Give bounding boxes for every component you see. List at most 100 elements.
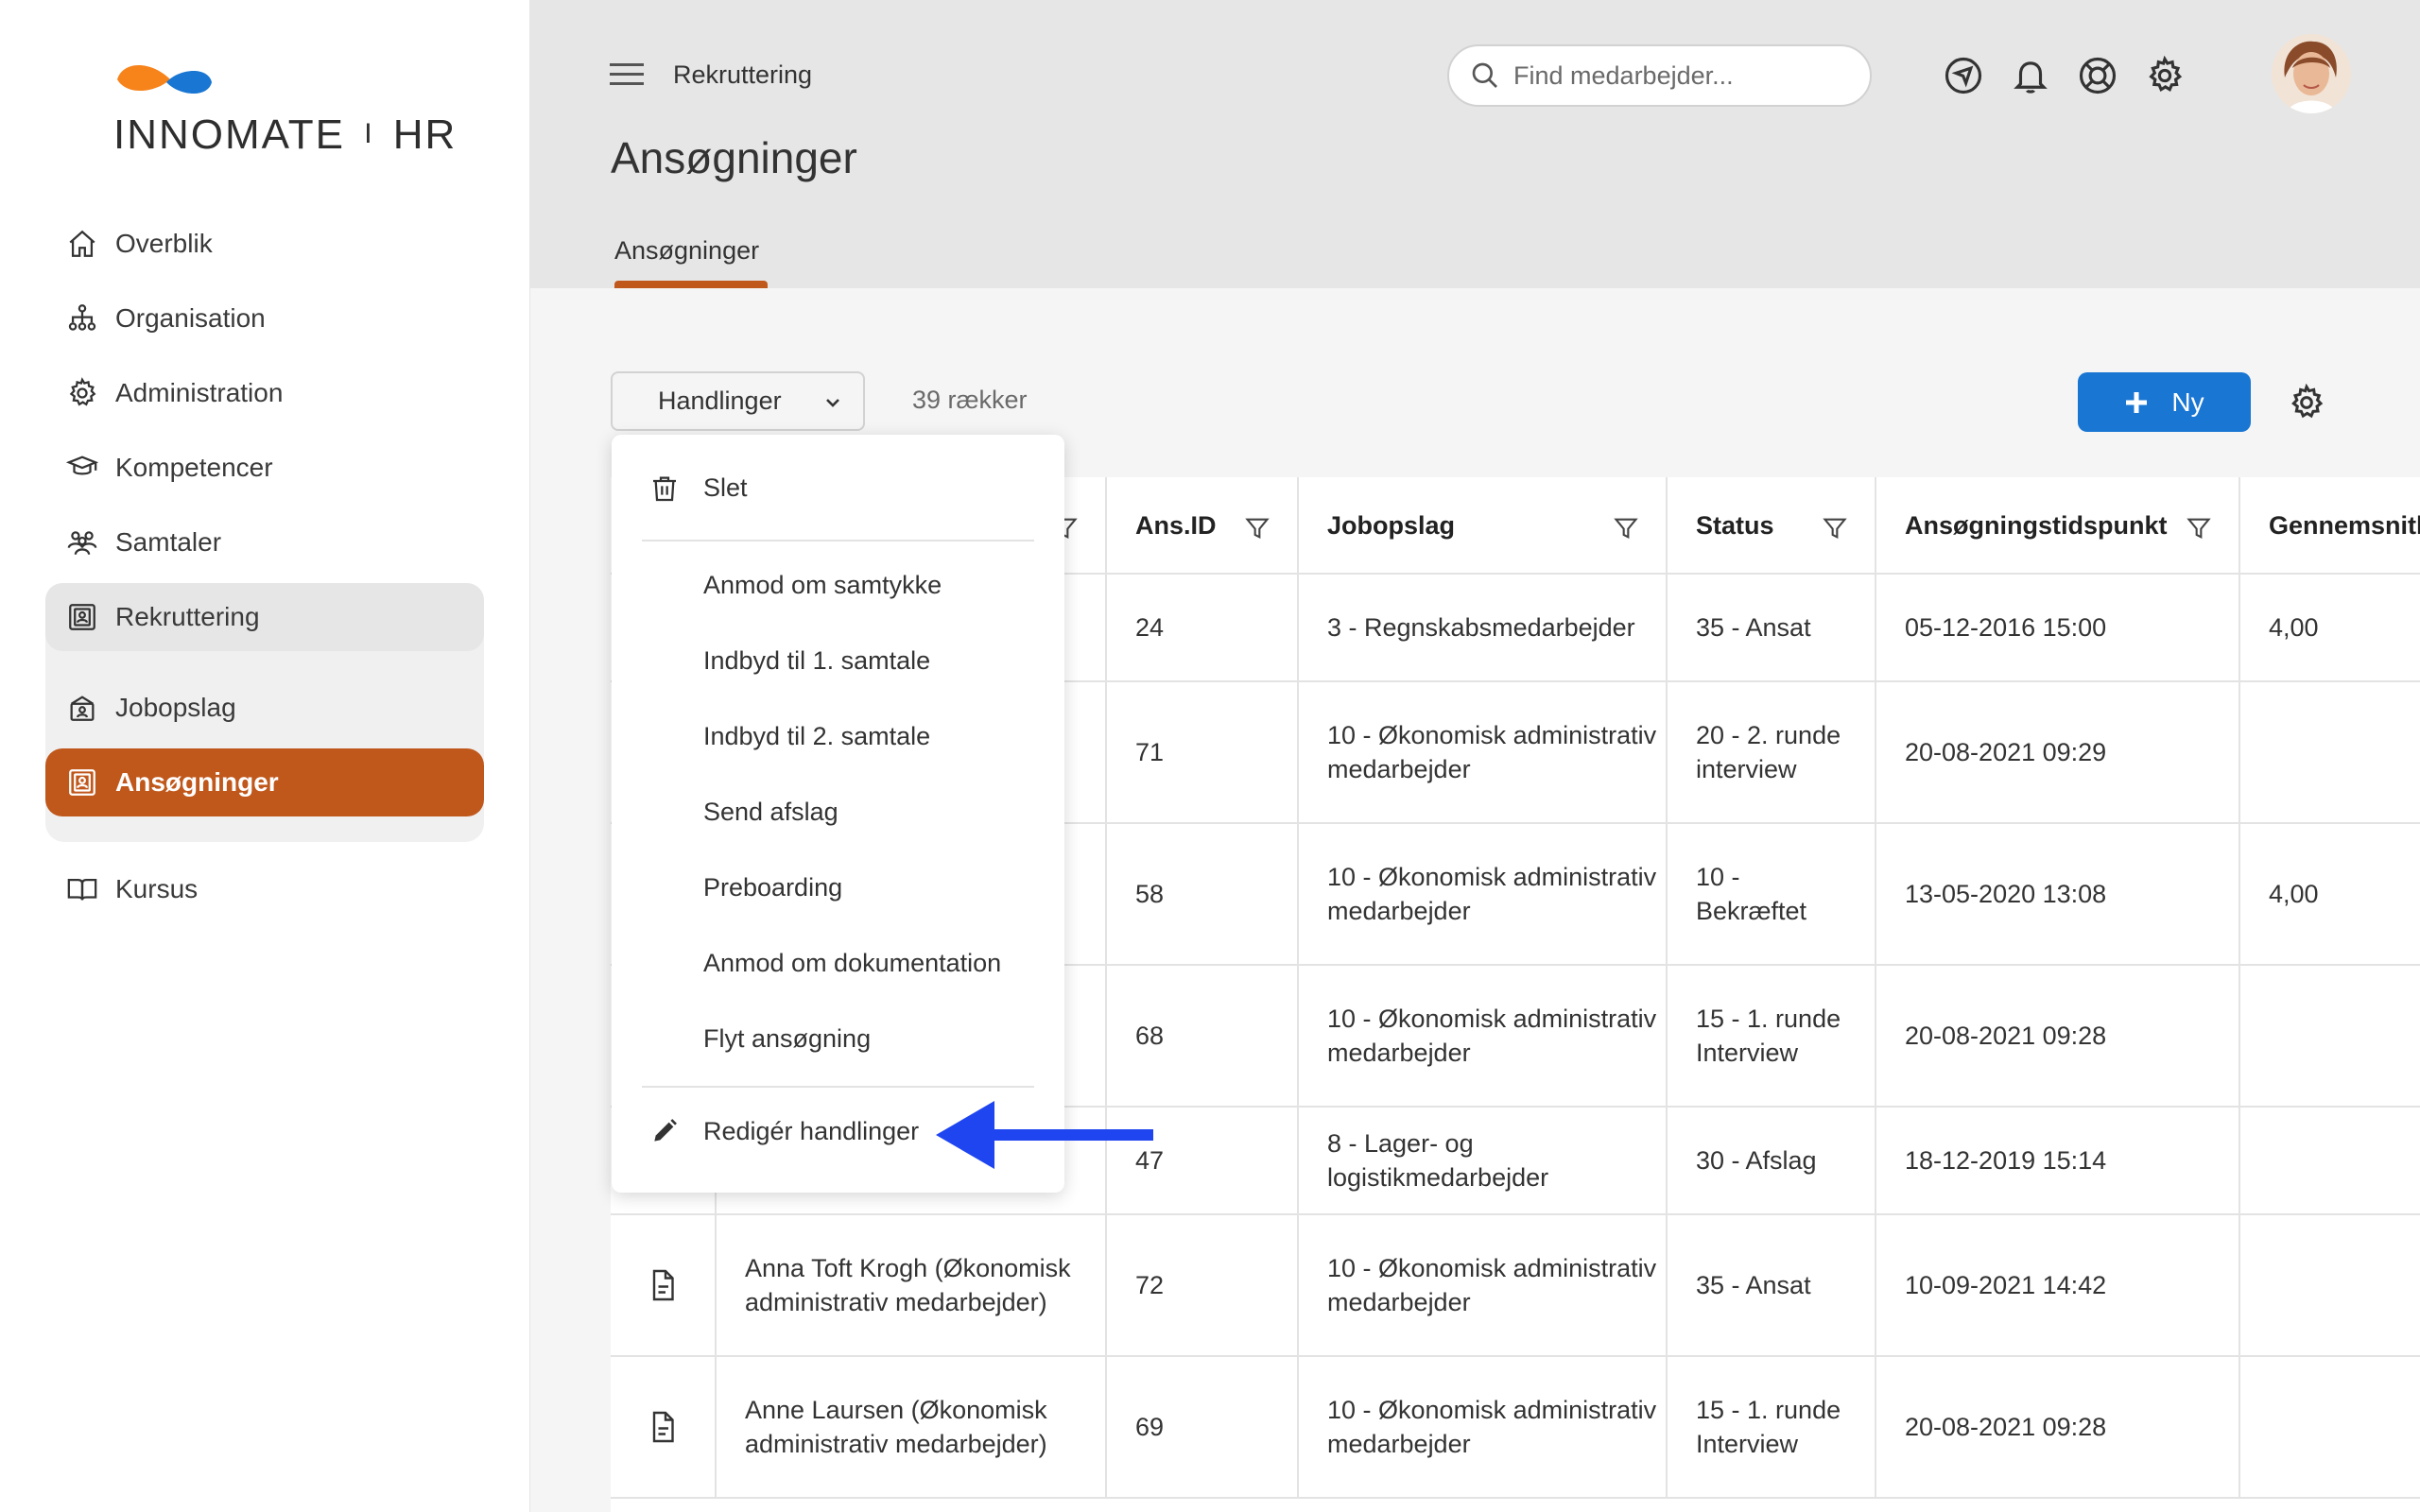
table-cell-average: 4,00	[2240, 824, 2420, 966]
table-cell-job: 10 - Økonomisk administrativ medarbejder	[1299, 1215, 1668, 1357]
table-header-average[interactable]: Gennemsnitlig	[2240, 477, 2420, 575]
sidebar-group-rekruttering: Rekruttering Jobopslag Ansøgninger	[45, 583, 484, 842]
search-input[interactable]	[1513, 60, 1854, 91]
home-icon	[64, 226, 100, 262]
new-button-label: Ny	[2171, 387, 2204, 417]
table-cell-average	[2240, 1215, 2420, 1357]
table-header-status[interactable]: Status	[1668, 477, 1876, 575]
sidebar-item-label: Ansøgninger	[115, 767, 279, 797]
sidebar-item-label: Rekruttering	[115, 602, 260, 631]
sidebar-item-label: Kompetencer	[115, 453, 273, 482]
avatar[interactable]	[2272, 34, 2351, 113]
sidebar-item-rekruttering[interactable]: Rekruttering	[45, 583, 484, 651]
page-title: Ansøgninger	[611, 133, 857, 182]
table-cell-time: 20-08-2021 09:28	[1876, 966, 2240, 1108]
trash-icon	[653, 476, 676, 502]
filter-icon[interactable]	[1244, 515, 1270, 541]
sidebar-item-organisation[interactable]: Organisation	[45, 284, 484, 352]
table-cell-average	[2240, 682, 2420, 824]
filter-icon[interactable]	[1613, 515, 1639, 541]
menu-divider	[642, 1086, 1034, 1088]
menu-item-invite-second-interview[interactable]: Indbyd til 2. samtale	[612, 701, 1064, 771]
sidebar-item-overblik[interactable]: Overblik	[45, 210, 484, 278]
menu-item-request-consent[interactable]: Anmod om samtykke	[612, 550, 1064, 620]
actions-dropdown-button[interactable]: Handlinger	[611, 371, 865, 431]
table-cell-average: 4,00	[2240, 575, 2420, 682]
menu-item-invite-first-interview[interactable]: Indbyd til 1. samtale	[612, 626, 1064, 696]
table-cell-status: 10 - Bekræftet	[1668, 824, 1876, 966]
logo-text: INNOMATE I HR	[113, 112, 458, 158]
bell-icon[interactable]	[2011, 56, 2050, 95]
navigation-icon[interactable]	[1944, 56, 1983, 95]
badge-icon	[64, 599, 100, 635]
table-cell-id: 58	[1107, 824, 1299, 966]
table-header-time[interactable]: Ansøgningstidspunkt	[1876, 477, 2240, 575]
table-cell-id: 72	[1107, 1215, 1299, 1357]
chevron-down-icon	[826, 399, 839, 407]
annotation-arrow-icon	[936, 1101, 1153, 1169]
table-cell-job: 10 - Økonomisk administrativ medarbejder	[1299, 966, 1668, 1108]
filter-icon[interactable]	[1822, 515, 1848, 541]
table-cell-job: 10 - Økonomisk administrativ medarbejder	[1299, 682, 1668, 824]
table-cell-id: 69	[1107, 1357, 1299, 1499]
table-cell-average	[2240, 966, 2420, 1108]
tab-ansogninger[interactable]: Ansøgninger	[614, 236, 759, 266]
plus-icon	[2126, 391, 2148, 413]
people-icon	[64, 524, 100, 560]
graduation-cap-icon	[64, 450, 100, 486]
table-cell-job: 3 - Regnskabsmedarbejder	[1299, 575, 1668, 682]
sidebar: INNOMATE I HR Overblik Organisation Admi…	[0, 0, 530, 1512]
sidebar-item-label: Samtaler	[115, 527, 222, 557]
table-cell-status: 20 - 2. runde interview	[1668, 682, 1876, 824]
sidebar-item-label: Kursus	[115, 874, 199, 903]
sidebar-item-ansogninger[interactable]: Ansøgninger	[45, 748, 484, 816]
table-cell-time: 05-12-2016 15:00	[1876, 575, 2240, 682]
sidebar-item-kursus[interactable]: Kursus	[45, 855, 484, 923]
table-cell-name[interactable]: Anna Toft Krogh (Økonomisk administrativ…	[717, 1215, 1107, 1357]
table-cell-time: 13-05-2020 13:08	[1876, 824, 2240, 966]
sidebar-item-jobopslag[interactable]: Jobopslag	[45, 674, 484, 742]
table-header-id[interactable]: Ans.ID	[1107, 477, 1299, 575]
org-chart-icon	[64, 301, 100, 336]
book-icon	[64, 871, 100, 907]
menu-item-request-documentation[interactable]: Anmod om dokumentation	[612, 928, 1064, 998]
hamburger-menu-icon[interactable]	[610, 60, 644, 89]
table-row-document[interactable]	[611, 1215, 717, 1357]
search-box[interactable]	[1447, 44, 1872, 107]
menu-item-move-application[interactable]: Flyt ansøgning	[612, 1004, 1064, 1074]
row-count: 39 rækker	[912, 386, 1028, 414]
sidebar-item-administration[interactable]: Administration	[45, 359, 484, 427]
settings-gear-icon[interactable]	[2145, 56, 2185, 95]
document-icon	[652, 1411, 674, 1443]
menu-item-preboarding[interactable]: Preboarding	[612, 852, 1064, 922]
sidebar-item-label: Administration	[115, 378, 284, 407]
breadcrumb[interactable]: Rekruttering	[673, 60, 812, 90]
sidebar-item-kompetencer[interactable]: Kompetencer	[45, 434, 484, 502]
logo[interactable]: INNOMATE I HR	[113, 57, 455, 161]
actions-label: Handlinger	[658, 387, 782, 415]
table-cell-job: 8 - Lager- og logistikmedarbejder	[1299, 1108, 1668, 1215]
sidebar-item-label: Organisation	[115, 303, 266, 333]
table-cell-average	[2240, 1357, 2420, 1499]
new-button[interactable]: Ny	[2078, 372, 2251, 432]
header: Rekruttering Ansøgninger Ansøgninger	[530, 0, 2420, 288]
document-icon	[652, 1269, 674, 1301]
table-header-job[interactable]: Jobopslag	[1299, 477, 1668, 575]
active-tab-indicator	[614, 281, 768, 288]
table-cell-status: 15 - 1. runde Interview	[1668, 966, 1876, 1108]
gear-icon	[64, 375, 100, 411]
application-icon	[64, 765, 100, 800]
table-row-document[interactable]	[611, 1357, 717, 1499]
help-lifebuoy-icon[interactable]	[2078, 56, 2118, 95]
table-cell-name[interactable]: Anne Laursen (Økonomisk administrativ me…	[717, 1357, 1107, 1499]
menu-divider	[642, 540, 1034, 541]
sidebar-item-label: Overblik	[115, 229, 213, 258]
actions-menu: Slet Anmod om samtykke Indbyd til 1. sam…	[612, 435, 1064, 1193]
logo-mark-icon	[117, 65, 212, 94]
sidebar-item-samtaler[interactable]: Samtaler	[45, 508, 484, 576]
menu-item-send-rejection[interactable]: Send afslag	[612, 777, 1064, 847]
table-settings-gear-icon[interactable]	[2288, 384, 2325, 421]
job-icon	[64, 690, 100, 726]
filter-icon[interactable]	[2186, 515, 2212, 541]
menu-item-delete[interactable]: Slet	[612, 453, 1064, 523]
